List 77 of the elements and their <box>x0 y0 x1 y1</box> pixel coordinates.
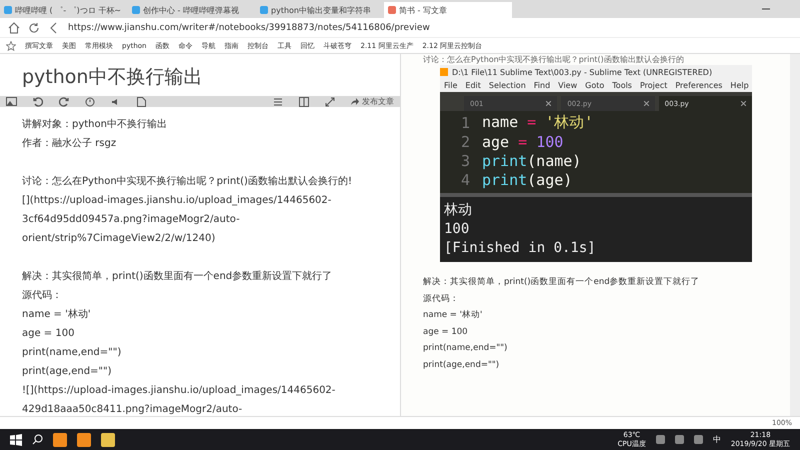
undo-icon[interactable] <box>33 96 43 106</box>
document-icon[interactable] <box>137 96 146 106</box>
browser-tab[interactable]: 简书 - 写文章 <box>384 2 512 18</box>
browser-tab[interactable]: 创作中心 - 哔哩哔哩弹幕视 <box>128 2 256 18</box>
refresh-icon[interactable] <box>28 22 40 34</box>
menu-item[interactable]: View <box>558 81 578 90</box>
close-icon[interactable] <box>546 101 552 106</box>
editor-text-line: orient/strip%7CimageView2/2/w/1240) <box>22 232 216 246</box>
expand-icon[interactable] <box>325 96 335 106</box>
windows-start-icon[interactable] <box>10 434 22 446</box>
code-line: age = 100 <box>482 132 564 150</box>
publish-button[interactable]: 发布文章 <box>351 96 394 107</box>
console-output-line: 林动 <box>444 201 473 220</box>
star-icon[interactable] <box>6 40 16 50</box>
menu-item[interactable]: Find <box>534 81 550 90</box>
editor-text-line: print(age,end="") <box>22 365 113 379</box>
editor-text-line: print(name,end="") <box>22 346 122 360</box>
menu-item[interactable]: Selection <box>488 81 526 90</box>
menu-item[interactable]: Project <box>640 81 668 90</box>
menu-item[interactable]: Tools <box>612 81 632 90</box>
input-method-indicator[interactable]: 中 <box>712 434 721 445</box>
tab-favicon-icon <box>260 6 268 14</box>
line-number: 2 <box>460 132 471 150</box>
preview-text-line: print(age,end="") <box>423 358 500 372</box>
article-title[interactable]: python中不换行输出 <box>0 54 400 96</box>
code-line: print(age) <box>482 170 572 188</box>
editor-text-line: 讲解对象：python中不换行输出 <box>22 118 168 132</box>
editor-text-line: [](https://upload-images.jianshu.io/upload_images/14465602- <box>22 194 332 208</box>
browser-tab[interactable]: python中输出变量和字符串 <box>256 2 384 18</box>
console-output-line: [Finished in 0.1s] <box>444 239 597 258</box>
editor-text-line: age = 100 <box>22 327 76 341</box>
preview-text-line: 解决：其实很简单，print()函数里面有一个end参数重新设置下就行了 <box>423 276 701 289</box>
menu-item[interactable]: File <box>444 81 458 90</box>
tab-favicon-icon <box>388 6 396 14</box>
app-icon <box>440 68 448 76</box>
line-number: 3 <box>460 152 471 170</box>
tab-favicon-icon <box>4 6 12 14</box>
tab-favicon-icon <box>132 6 140 14</box>
menu-item[interactable]: Preferences <box>675 81 722 90</box>
clock-icon[interactable] <box>85 96 95 106</box>
editor-text-line: name = '林动' <box>22 308 92 322</box>
console-output-line: 100 <box>444 220 470 239</box>
line-number: 1 <box>460 114 471 132</box>
editor-text-line: 讨论：怎么在Python中实现不换行输出呢？print()函数输出默认会换行的! <box>22 174 353 189</box>
menu-item[interactable]: Goto <box>585 81 604 90</box>
code-line: print(name) <box>482 152 582 170</box>
taskbar-app-icon[interactable] <box>77 432 91 446</box>
address-field[interactable]: https://www.jianshu.com/writer#/notebooks/39918873/notes/54116806/preview <box>68 22 430 32</box>
taskbar-app-icon[interactable] <box>101 432 115 446</box>
editor-text-line: 3cf64d95dd09457a.png?imageMogr2/auto- <box>22 213 241 227</box>
list-icon[interactable] <box>273 96 283 106</box>
window-title: D:\1 File\11 Sublime Text\003.py - Sublime Text (UNREGISTERED) <box>452 68 712 76</box>
preview-text-line: age = 100 <box>423 326 469 338</box>
preview-text-line: name = '林动' <box>423 309 484 322</box>
redo-icon[interactable] <box>59 96 69 106</box>
menu-item[interactable]: Edit <box>465 81 481 90</box>
image-icon[interactable] <box>6 97 17 106</box>
menu-item[interactable]: Help <box>730 81 749 90</box>
browser-tab[interactable]: 哔哩哔哩 ( ゜- ゜)つロ 干杯~ <box>0 2 128 18</box>
preview-text-line: print(name,end="") <box>423 342 508 355</box>
preview-text-line: 源代码： <box>423 292 460 306</box>
editor-text-line: ![](https://upload-images.jianshu.io/upload_images/14465602- <box>22 384 336 398</box>
editor-text-line: 解决：其实很简单，print()函数里面有一个end参数重新设置下就行了 <box>22 270 334 284</box>
taskbar-app-icon[interactable] <box>53 432 67 446</box>
line-number: 4 <box>460 170 471 188</box>
preview-text-line: 讨论：怎么在Python中实现不换行输出呢？print()函数输出默认会换行的 <box>423 54 685 65</box>
scrollbar[interactable] <box>790 54 800 416</box>
share-arrow-icon <box>351 98 359 105</box>
editor-text-line: 429d18aaa50c8411.png?imageMogr2/auto- <box>22 403 244 417</box>
close-icon[interactable] <box>644 101 649 106</box>
columns-icon[interactable] <box>299 96 309 106</box>
close-icon[interactable] <box>740 101 746 106</box>
home-icon[interactable] <box>8 22 20 34</box>
editor-text-line: 作者：融水公子 rsgz <box>22 136 118 151</box>
search-icon[interactable] <box>32 434 43 445</box>
editor-text-line: 源代码： <box>22 289 63 303</box>
code-line: name = '林动' <box>482 113 594 132</box>
